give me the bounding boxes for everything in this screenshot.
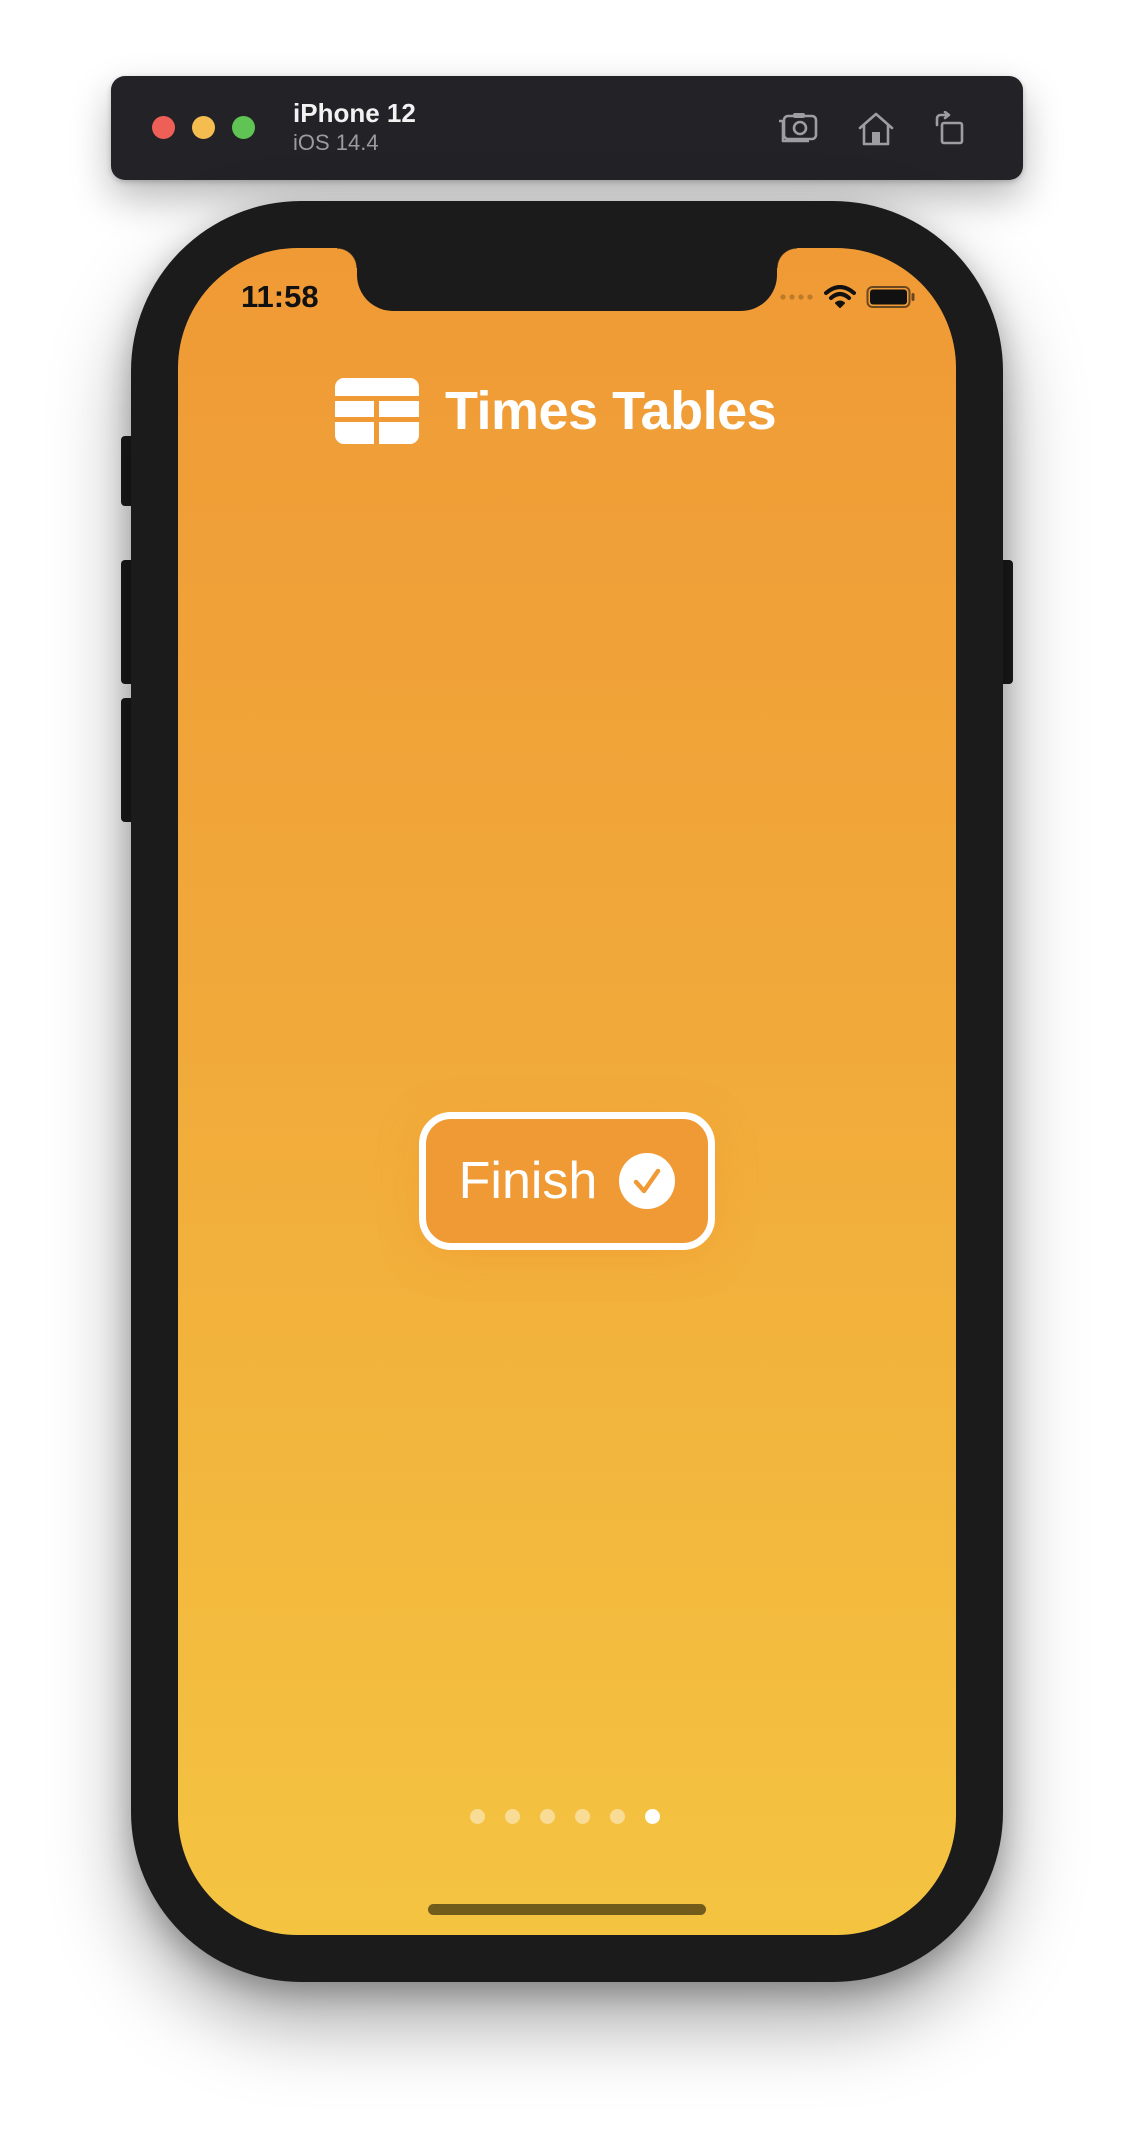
- app-title: Times Tables: [445, 381, 777, 441]
- notch-corner-left: [337, 248, 357, 268]
- home-button[interactable]: [852, 105, 900, 153]
- finish-button-label: Finish: [458, 1152, 598, 1210]
- zoom-window-button[interactable]: [232, 116, 255, 139]
- status-bar-icons: [780, 280, 920, 314]
- wifi-icon: [824, 285, 856, 308]
- home-indicator[interactable]: [428, 1904, 706, 1915]
- page-dot-4[interactable]: [575, 1808, 590, 1824]
- close-window-button[interactable]: [152, 116, 175, 139]
- rotate-icon: [935, 111, 964, 145]
- page-dot-6[interactable]: [645, 1808, 660, 1824]
- cellular-dots-icon: [780, 294, 813, 300]
- device-name: iPhone 12: [293, 98, 416, 128]
- notch-corner-right: [777, 248, 797, 268]
- app-screen: [178, 248, 956, 1935]
- page-indicator: [470, 1806, 670, 1826]
- checkmark-circle-icon: [619, 1153, 676, 1209]
- home-icon: [858, 112, 894, 146]
- page-dot-5[interactable]: [610, 1808, 625, 1824]
- app-header: Times Tables: [335, 376, 777, 446]
- screenshot-icon: [779, 113, 818, 143]
- page-dot-1[interactable]: [470, 1808, 485, 1824]
- page-dot-3[interactable]: [540, 1808, 555, 1824]
- rotate-button[interactable]: [926, 105, 974, 153]
- status-bar-time: 11:58: [241, 279, 319, 314]
- os-version: iOS 14.4: [293, 130, 379, 155]
- screenshot-button[interactable]: [773, 105, 821, 153]
- finish-button[interactable]: Finish: [419, 1112, 715, 1250]
- grid-table-icon: [335, 378, 419, 444]
- simulator-window: iPhone 12 iOS 14.4 11:58 Times Tables Fi…: [0, 0, 1136, 2132]
- page-dot-2[interactable]: [505, 1808, 520, 1824]
- notch: [357, 248, 777, 311]
- battery-icon: [866, 286, 915, 308]
- minimize-window-button[interactable]: [192, 116, 215, 139]
